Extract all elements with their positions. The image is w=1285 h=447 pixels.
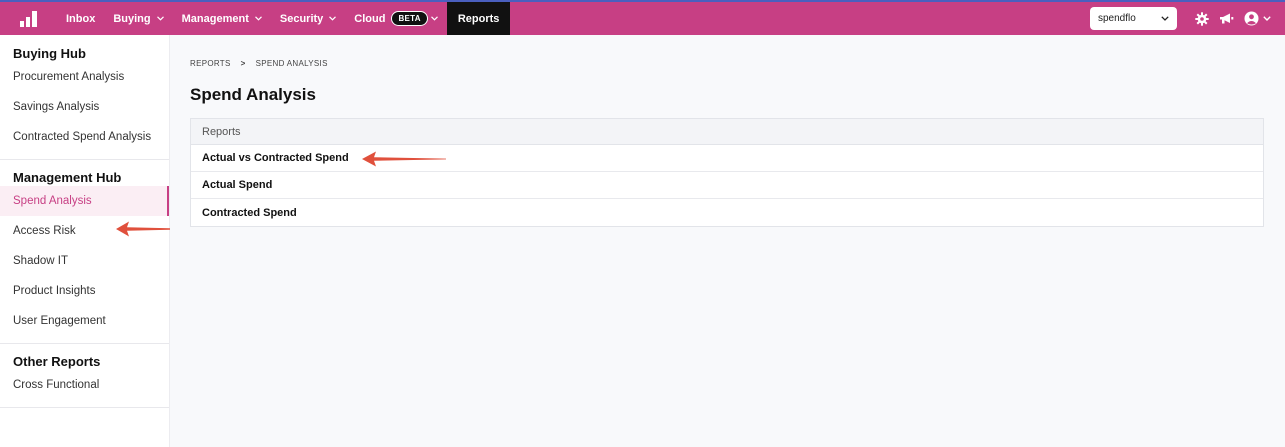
user-avatar-icon xyxy=(1244,11,1259,26)
announcements-button[interactable] xyxy=(1219,12,1234,25)
user-menu-button[interactable] xyxy=(1244,11,1271,26)
sidebar-section-buying-hub: Buying Hub Procurement Analysis Savings … xyxy=(0,35,169,160)
beta-badge: BETA xyxy=(391,11,428,26)
breadcrumb-spend-analysis: SPEND ANALYSIS xyxy=(255,59,328,68)
annotation-arrow-icon xyxy=(362,151,446,167)
nav-security[interactable]: Security xyxy=(271,2,345,35)
chevron-down-icon xyxy=(1161,16,1169,21)
reports-list: Reports Actual vs Contracted Spend Actua… xyxy=(190,118,1264,227)
settings-button[interactable] xyxy=(1195,11,1209,26)
nav-security-label: Security xyxy=(279,12,324,25)
sidebar-item-product-insights[interactable]: Product Insights xyxy=(0,276,169,306)
sidebar-item-user-engagement[interactable]: User Engagement xyxy=(0,306,169,336)
sidebar-item-savings-analysis[interactable]: Savings Analysis xyxy=(0,92,169,122)
nav-inbox[interactable]: Inbox xyxy=(57,2,104,35)
gear-icon xyxy=(1195,11,1209,26)
nav-buying-label: Buying xyxy=(113,12,151,25)
chevron-down-icon xyxy=(254,16,262,21)
reports-list-header: Reports xyxy=(191,119,1263,145)
nav-reports-label: Reports xyxy=(457,12,500,25)
nav-cloud-label: Cloud xyxy=(354,12,386,25)
chevron-down-icon xyxy=(430,16,438,21)
nav-management[interactable]: Management xyxy=(173,2,271,35)
report-actual-spend[interactable]: Actual Spend xyxy=(191,172,1263,199)
org-select[interactable]: spendflo xyxy=(1090,7,1177,30)
breadcrumb: REPORTS > SPEND ANALYSIS xyxy=(190,59,1264,68)
chevron-down-icon xyxy=(329,16,337,21)
org-select-value: spendflo xyxy=(1098,13,1136,24)
sidebar-item-spend-analysis[interactable]: Spend Analysis xyxy=(0,186,169,216)
nav-cloud[interactable]: Cloud BETA xyxy=(345,2,447,35)
chevron-down-icon xyxy=(1263,16,1271,21)
sidebar-item-procurement-analysis[interactable]: Procurement Analysis xyxy=(0,62,169,92)
breadcrumb-separator: > xyxy=(240,59,246,68)
annotation-arrow-icon xyxy=(116,221,170,237)
sidebar: Buying Hub Procurement Analysis Savings … xyxy=(0,35,170,447)
page-title: Spend Analysis xyxy=(190,85,316,104)
bar-chart-logo-icon xyxy=(19,10,37,27)
section-title: Management Hub xyxy=(13,170,122,185)
megaphone-icon xyxy=(1220,13,1234,24)
breadcrumb-reports[interactable]: REPORTS xyxy=(190,59,231,68)
chevron-down-icon xyxy=(156,16,164,21)
sidebar-section-other-reports: Other Reports Cross Functional xyxy=(0,344,169,408)
sidebar-item-contracted-spend-analysis[interactable]: Contracted Spend Analysis xyxy=(0,122,169,152)
top-navbar: Inbox Buying Management Security Cloud B… xyxy=(0,0,1285,35)
nav-management-label: Management xyxy=(181,12,249,25)
report-actual-vs-contracted-spend[interactable]: Actual vs Contracted Spend xyxy=(191,145,1263,172)
sidebar-item-cross-functional[interactable]: Cross Functional xyxy=(0,370,169,400)
main-content: REPORTS > SPEND ANALYSIS Spend Analysis … xyxy=(190,35,1264,227)
nav-buying[interactable]: Buying xyxy=(104,2,172,35)
sidebar-item-shadow-it[interactable]: Shadow IT xyxy=(0,246,169,276)
nav-reports[interactable]: Reports xyxy=(446,2,511,35)
spendflo-logo[interactable] xyxy=(0,2,57,35)
nav-inbox-label: Inbox xyxy=(66,12,96,25)
section-title: Other Reports xyxy=(13,354,101,369)
sidebar-section-management-hub: Management Hub Spend Analysis Access Ris… xyxy=(0,160,169,344)
report-contracted-spend[interactable]: Contracted Spend xyxy=(191,199,1263,226)
section-title: Buying Hub xyxy=(13,46,86,61)
